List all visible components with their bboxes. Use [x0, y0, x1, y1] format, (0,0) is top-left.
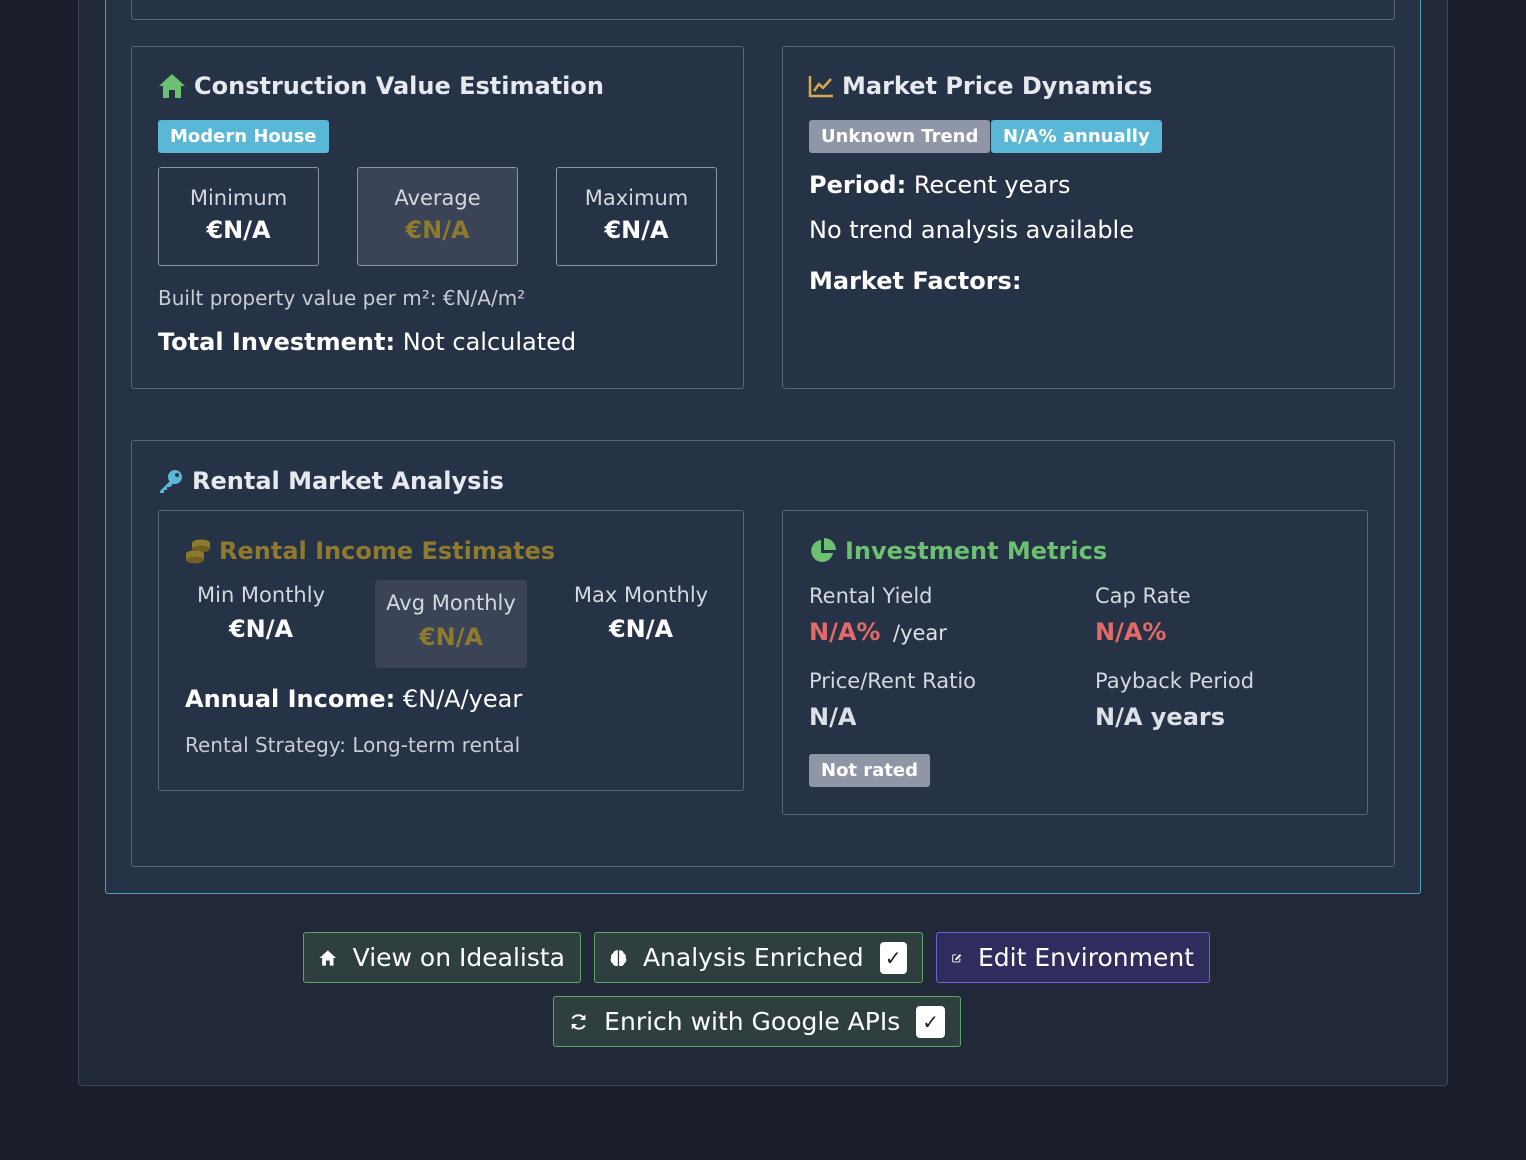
- max-monthly-label: Max Monthly: [573, 583, 709, 607]
- cap-rate-label: Cap Rate: [1095, 584, 1191, 608]
- minimum-value: €N/A: [206, 216, 271, 244]
- enrich-google-apis-label: Enrich with Google APIs: [604, 1007, 901, 1036]
- rental-title: Rental Market Analysis: [158, 467, 504, 495]
- sync-icon: [571, 1013, 586, 1030]
- market-title: Market Price Dynamics: [808, 72, 1152, 100]
- min-monthly-label: Min Monthly: [196, 583, 326, 607]
- investment-metrics-title-text: Investment Metrics: [845, 537, 1108, 565]
- rental-yield-value: N/A%: [809, 618, 881, 646]
- chart-line-icon: [808, 76, 833, 98]
- total-investment: Total Investment: Not calculated: [158, 328, 576, 356]
- rental-income-title: Rental Income Estimates: [185, 537, 555, 565]
- home-icon: [319, 949, 337, 966]
- annual-income: Annual Income: €N/A/year: [185, 685, 522, 713]
- trend-badge: Unknown Trend: [809, 120, 991, 153]
- edit-environment-button[interactable]: Edit Environment: [936, 932, 1210, 983]
- annual-income-value: €N/A/year: [395, 685, 523, 713]
- home-icon: [159, 74, 185, 98]
- period: Period: Recent years: [809, 171, 1070, 199]
- total-investment-value: Not calculated: [395, 328, 577, 356]
- period-value: Recent years: [906, 171, 1071, 199]
- avg-monthly-label: Avg Monthly: [386, 591, 516, 615]
- property-type-badge: Modern House: [158, 120, 329, 153]
- max-monthly-value: €N/A: [608, 615, 674, 643]
- rental-income-title-text: Rental Income Estimates: [219, 537, 556, 565]
- analysis-enriched-button[interactable]: Analysis Enriched ✓: [594, 932, 923, 983]
- view-on-idealista-label: View on Idealista: [352, 943, 565, 972]
- rating-badge: Not rated: [809, 754, 931, 787]
- maximum-value: €N/A: [604, 216, 669, 244]
- coins-icon: [186, 539, 210, 564]
- min-monthly-value: €N/A: [228, 615, 294, 643]
- minimum-label: Minimum: [189, 186, 288, 210]
- annual-income-label: Annual Income:: [185, 685, 396, 713]
- analysis-enriched-check-icon: ✓: [879, 941, 907, 974]
- analysis-enriched-label: Analysis Enriched: [642, 943, 864, 972]
- min-monthly: Min Monthly €N/A: [185, 583, 337, 663]
- period-label: Period:: [809, 171, 907, 199]
- enrich-google-apis-check-icon: ✓: [916, 1005, 945, 1038]
- cap-rate-value: N/A%: [1095, 618, 1167, 646]
- price-rent-ratio-label: Price/Rent Ratio: [809, 669, 977, 693]
- brain-icon: [610, 949, 627, 966]
- trend-analysis: No trend analysis available: [809, 216, 1134, 244]
- avg-monthly-value: €N/A: [418, 623, 484, 651]
- edit-icon: [952, 953, 962, 962]
- edit-environment-label: Edit Environment: [978, 943, 1194, 972]
- price-rent-ratio-value: N/A: [809, 703, 857, 731]
- view-on-idealista-button[interactable]: View on Idealista: [303, 932, 581, 983]
- minimum-value-box: Minimum €N/A: [158, 167, 319, 266]
- maximum-label: Maximum: [584, 186, 689, 210]
- key-icon: [160, 470, 182, 493]
- maximum-value-box: Maximum €N/A: [556, 167, 717, 266]
- previous-card: [131, 0, 1395, 20]
- payback-period-label: Payback Period: [1095, 669, 1255, 693]
- annual-change-badge: N/A% annually: [991, 120, 1162, 153]
- value-per-m2: Built property value per m²: €N/A/m²: [158, 286, 526, 310]
- total-investment-label: Total Investment:: [158, 328, 396, 356]
- average-label: Average: [394, 186, 481, 210]
- max-monthly: Max Monthly €N/A: [565, 583, 717, 663]
- pie-chart-icon: [811, 538, 836, 562]
- market-title-text: Market Price Dynamics: [842, 72, 1153, 100]
- enrich-google-apis-button[interactable]: Enrich with Google APIs ✓: [553, 996, 961, 1047]
- payback-period-value: N/A years: [1095, 703, 1226, 731]
- investment-metrics-title: Investment Metrics: [809, 537, 1107, 565]
- construction-title-text: Construction Value Estimation: [194, 72, 604, 100]
- rental-yield-unit: /year: [893, 621, 947, 645]
- market-factors-label: Market Factors:: [809, 267, 1022, 295]
- rental-strategy: Rental Strategy: Long-term rental: [185, 733, 521, 757]
- average-value-box: Average €N/A: [357, 167, 518, 266]
- construction-title: Construction Value Estimation: [158, 72, 604, 100]
- average-value: €N/A: [405, 216, 470, 244]
- avg-monthly: Avg Monthly €N/A: [375, 580, 527, 668]
- rental-title-text: Rental Market Analysis: [192, 467, 504, 495]
- rental-yield-label: Rental Yield: [809, 584, 933, 608]
